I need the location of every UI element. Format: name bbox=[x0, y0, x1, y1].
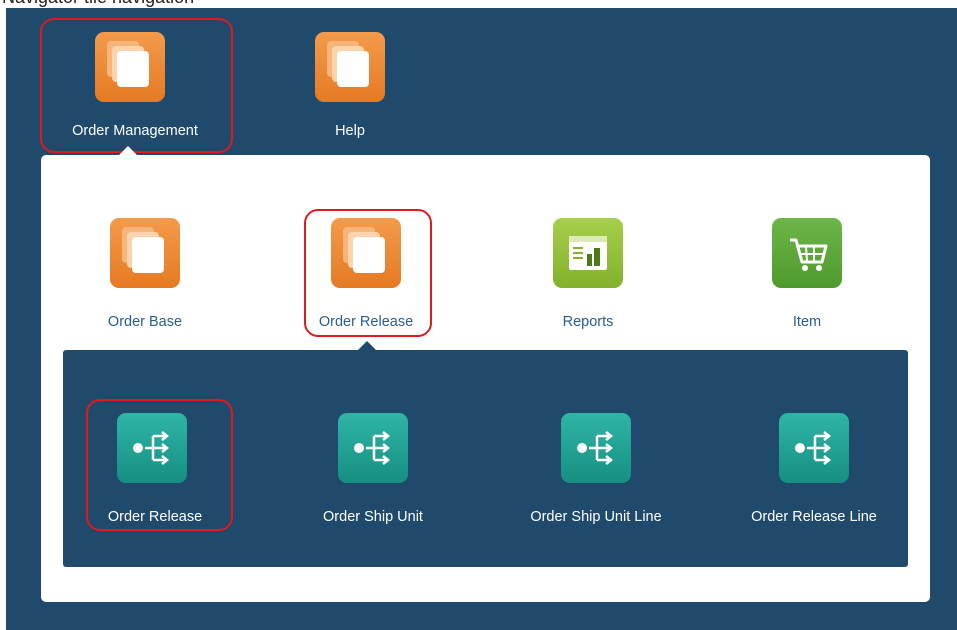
tile-label: Order Base bbox=[107, 314, 183, 330]
highlight-order-release-group bbox=[304, 209, 432, 337]
shopping-cart-icon bbox=[772, 218, 842, 288]
tile-order-ship-unit[interactable]: Order Ship Unit bbox=[313, 413, 433, 528]
tile-label: Item bbox=[792, 314, 822, 330]
tile-help[interactable]: Help bbox=[290, 32, 410, 147]
tile-label: Order Release Line bbox=[751, 509, 877, 525]
report-icon bbox=[553, 218, 623, 288]
split-flow-icon bbox=[779, 413, 849, 483]
highlight-order-release bbox=[86, 399, 233, 531]
tile-label: Order Ship Unit bbox=[323, 509, 423, 525]
top-caption: Navigator tile navigation bbox=[2, 0, 194, 8]
stacked-pages-icon bbox=[315, 32, 385, 102]
split-flow-icon bbox=[561, 413, 631, 483]
tile-order-release-line[interactable]: Order Release Line bbox=[739, 413, 889, 528]
panel-pointer bbox=[119, 146, 137, 155]
tile-label: Reports bbox=[562, 314, 614, 330]
top-caption-strip: Navigator tile navigation bbox=[0, 0, 957, 8]
tile-order-base[interactable]: Order Base bbox=[85, 218, 205, 333]
tile-item[interactable]: Item bbox=[747, 218, 867, 333]
tile-reports[interactable]: Reports bbox=[528, 218, 648, 333]
tile-order-ship-unit-line[interactable]: Order Ship Unit Line bbox=[516, 413, 676, 528]
tile-label: Help bbox=[335, 123, 365, 139]
split-flow-icon bbox=[338, 413, 408, 483]
tile-label: Order Ship Unit Line bbox=[530, 509, 662, 525]
stacked-pages-icon bbox=[110, 218, 180, 288]
highlight-order-management bbox=[40, 18, 233, 153]
